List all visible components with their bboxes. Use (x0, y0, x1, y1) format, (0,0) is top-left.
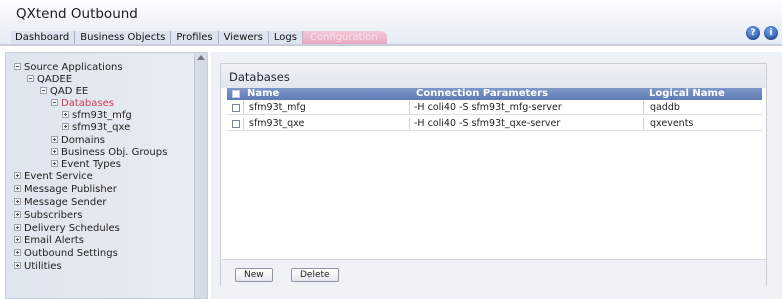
collapse-icon[interactable] (14, 63, 21, 70)
tab-logs[interactable]: Logs (268, 31, 303, 44)
column-header-name[interactable]: Name (247, 88, 279, 100)
table-header: Name Connection Parameters Logical Name (227, 88, 762, 100)
expand-icon[interactable] (62, 111, 69, 118)
tree-item-subscribers[interactable]: Subscribers (14, 210, 82, 222)
panel-title: Databases (229, 70, 290, 84)
cell-logical-name: qaddb (650, 102, 680, 113)
expand-icon[interactable] (51, 160, 58, 167)
tab-viewers[interactable]: Viewers (218, 31, 269, 44)
tab-configuration[interactable]: Configuration (302, 31, 387, 44)
main-tabs: Dashboard Business Objects Profiles View… (11, 31, 387, 44)
tree-item-qadee[interactable]: QADEE (27, 74, 72, 86)
tab-divider (0, 44, 782, 46)
tree-item-source-applications[interactable]: Source Applications (14, 62, 123, 74)
tree-item-business-obj-groups[interactable]: Business Obj. Groups (51, 147, 167, 159)
tree-item-event-types[interactable]: Event Types (51, 159, 121, 171)
expand-icon[interactable] (14, 224, 21, 231)
expand-icon[interactable] (14, 236, 21, 243)
tree-item-outbound-settings[interactable]: Outbound Settings (14, 248, 118, 260)
column-divider (243, 117, 244, 130)
expand-icon[interactable] (14, 185, 21, 192)
cell-name: sfm93t_qxe (249, 118, 305, 129)
tree-item-qad-ee[interactable]: QAD EE (40, 86, 88, 98)
main-content: Databases Name Connection Parameters Log… (211, 52, 782, 299)
panel-header: Databases (221, 64, 766, 88)
row-checkbox[interactable] (232, 104, 240, 112)
table-row[interactable]: sfm93t_mfg -H coli40 -S sfm93t_mfg-serve… (227, 101, 762, 115)
row-checkbox[interactable] (232, 120, 240, 128)
expand-icon[interactable] (14, 211, 21, 218)
expand-icon[interactable] (51, 136, 58, 143)
navigation-tree: Source Applications QADEE QAD EE Databas… (5, 52, 208, 299)
column-divider (243, 101, 244, 114)
tree-item-message-sender[interactable]: Message Sender (14, 197, 106, 209)
new-button[interactable]: New (235, 268, 273, 282)
tree-item-message-publisher[interactable]: Message Publisher (14, 184, 117, 196)
button-bar: New Delete (221, 259, 766, 286)
column-header-connection-parameters[interactable]: Connection Parameters (416, 88, 548, 100)
tree-item-delivery-schedules[interactable]: Delivery Schedules (14, 223, 120, 235)
scroll-up-icon[interactable] (197, 55, 205, 60)
column-divider (643, 101, 644, 114)
column-divider (409, 117, 410, 130)
cell-connection-parameters: -H coli40 -S sfm93t_mfg-server (414, 102, 562, 113)
column-header-logical-name[interactable]: Logical Name (649, 88, 725, 100)
table-row[interactable]: sfm93t_qxe -H coli40 -S sfm93t_qxe-serve… (227, 117, 762, 131)
tree-scrollbar[interactable] (194, 53, 207, 298)
cell-name: sfm93t_mfg (249, 102, 306, 113)
tree-item-email-alerts[interactable]: Email Alerts (14, 235, 84, 247)
cell-logical-name: qxevents (650, 118, 694, 129)
collapse-icon[interactable] (27, 75, 34, 82)
delete-button[interactable]: Delete (291, 268, 339, 282)
collapse-icon[interactable] (51, 99, 58, 106)
tab-business-objects[interactable]: Business Objects (75, 31, 172, 44)
column-divider (643, 117, 644, 130)
collapse-icon[interactable] (40, 87, 47, 94)
tree-item-domains[interactable]: Domains (51, 135, 105, 147)
cell-connection-parameters: -H coli40 -S sfm93t_qxe-server (414, 118, 561, 129)
select-all-checkbox[interactable] (232, 90, 240, 98)
tree-item-databases[interactable]: Databases (51, 98, 114, 110)
tree-item-event-service[interactable]: Event Service (14, 171, 93, 183)
app-title: QXtend Outbound (16, 6, 138, 22)
tab-dashboard[interactable]: Dashboard (11, 31, 76, 44)
expand-icon[interactable] (51, 148, 58, 155)
expand-icon[interactable] (14, 262, 21, 269)
tree-item-utilities[interactable]: Utilities (14, 261, 62, 273)
tab-profiles[interactable]: Profiles (171, 31, 219, 44)
tree-item-sfm93t-qxe[interactable]: sfm93t_qxe (62, 122, 130, 134)
expand-icon[interactable] (62, 123, 69, 130)
info-icon[interactable]: i (764, 26, 778, 40)
expand-icon[interactable] (14, 249, 21, 256)
help-icon[interactable]: ? (746, 26, 760, 40)
databases-panel: Databases Name Connection Parameters Log… (220, 63, 767, 286)
app-header: QXtend Outbound Dashboard Business Objec… (0, 0, 782, 44)
tree-item-sfm93t-mfg[interactable]: sfm93t_mfg (62, 110, 132, 122)
column-divider (409, 101, 410, 114)
expand-icon[interactable] (14, 198, 21, 205)
expand-icon[interactable] (14, 172, 21, 179)
